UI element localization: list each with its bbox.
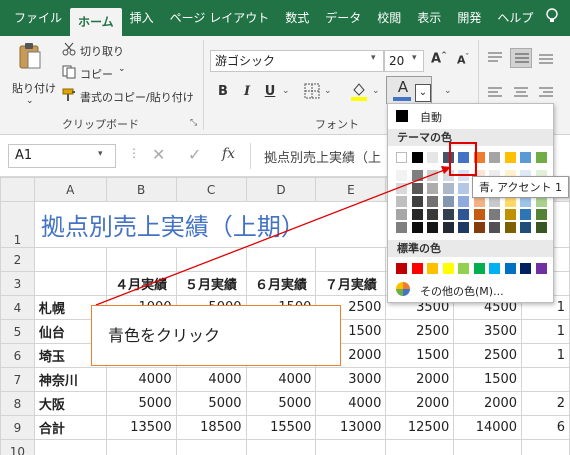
excel-window: ファイル ホーム 挿入 ページ レイアウト 数式 データ 校閲 表示 開発 ヘル… xyxy=(0,0,570,455)
instruction-callout: 青色をクリック xyxy=(91,305,341,366)
pointer-arrow xyxy=(95,166,451,306)
